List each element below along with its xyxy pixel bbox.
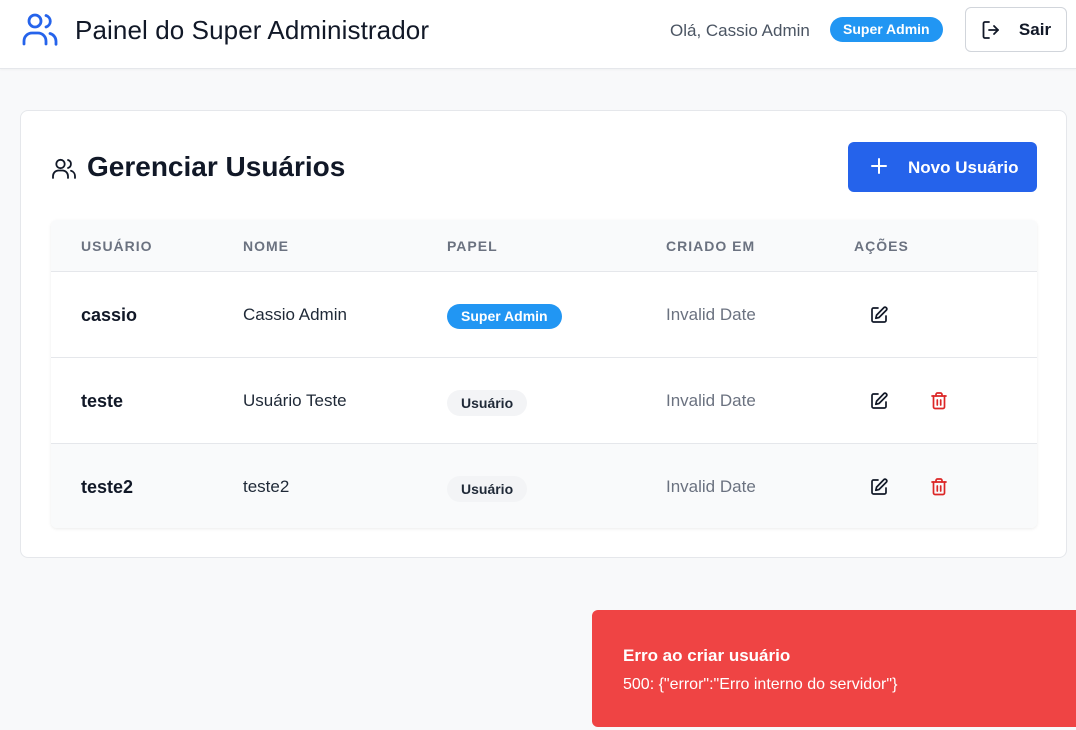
created-cell: Invalid Date [666, 391, 756, 410]
plus-icon [871, 158, 887, 174]
page-title: Painel do Super Administrador [75, 15, 430, 45]
logout-icon [982, 20, 999, 39]
users-icon [22, 13, 58, 46]
logout-button[interactable]: Sair [965, 7, 1067, 52]
name-cell: Cassio Admin [243, 305, 347, 324]
table-row: teste2 teste2 Usuário Invalid Date [51, 443, 1037, 528]
username-cell: cassio [81, 305, 138, 325]
name-cell: Usuário Teste [243, 391, 347, 410]
created-cell: Invalid Date [666, 477, 756, 496]
name-cell: teste2 [243, 477, 290, 496]
new-user-button[interactable]: Novo Usuário [848, 142, 1037, 192]
toast-description: 500: {"error":"Erro interno do servidor"… [623, 676, 898, 693]
column-header-name: NOME [243, 238, 289, 254]
section-title: Gerenciar Usuários [87, 151, 346, 182]
edit-icon[interactable] [869, 391, 889, 411]
role-badge: Super Admin [830, 17, 943, 42]
column-header-role: PAPEL [447, 238, 498, 254]
column-header-created: CRIADO EM [666, 238, 756, 254]
table-row: cassio Cassio Admin Super Admin Invalid … [51, 271, 1037, 357]
users-table: USUÁRIO NOME PAPEL CRIADO EM AÇÕES cassi… [51, 220, 1037, 528]
trash-icon[interactable] [929, 391, 949, 411]
users-card: Gerenciar Usuários Novo Usuário USUÁRIO … [20, 110, 1067, 558]
created-cell: Invalid Date [666, 305, 756, 324]
role-badge: Usuário [447, 476, 528, 502]
users-icon [52, 158, 76, 179]
user-greeting: Olá, Cassio Admin [670, 21, 810, 40]
new-user-label: Novo Usuário [908, 158, 1019, 177]
toast-title: Erro ao criar usuário [623, 646, 791, 665]
username-cell: teste [81, 391, 124, 411]
table-header: USUÁRIO NOME PAPEL CRIADO EM AÇÕES [51, 220, 1037, 271]
trash-icon[interactable] [929, 477, 949, 497]
edit-icon[interactable] [869, 477, 889, 497]
logout-label: Sair [1018, 19, 1052, 39]
column-header-actions: AÇÕES [854, 238, 909, 254]
username-cell: teste2 [81, 477, 134, 497]
column-header-user: USUÁRIO [81, 238, 153, 254]
error-toast[interactable]: Erro ao criar usuário 500: {"error":"Err… [592, 610, 1076, 727]
table-row: teste Usuário Teste Usuário Invalid Date [51, 357, 1037, 443]
role-badge: Super Admin [447, 304, 562, 329]
top-header: Painel do Super Administrador Olá, Cassi… [0, 0, 1076, 69]
edit-icon[interactable] [869, 305, 889, 325]
role-badge: Usuário [447, 390, 528, 416]
